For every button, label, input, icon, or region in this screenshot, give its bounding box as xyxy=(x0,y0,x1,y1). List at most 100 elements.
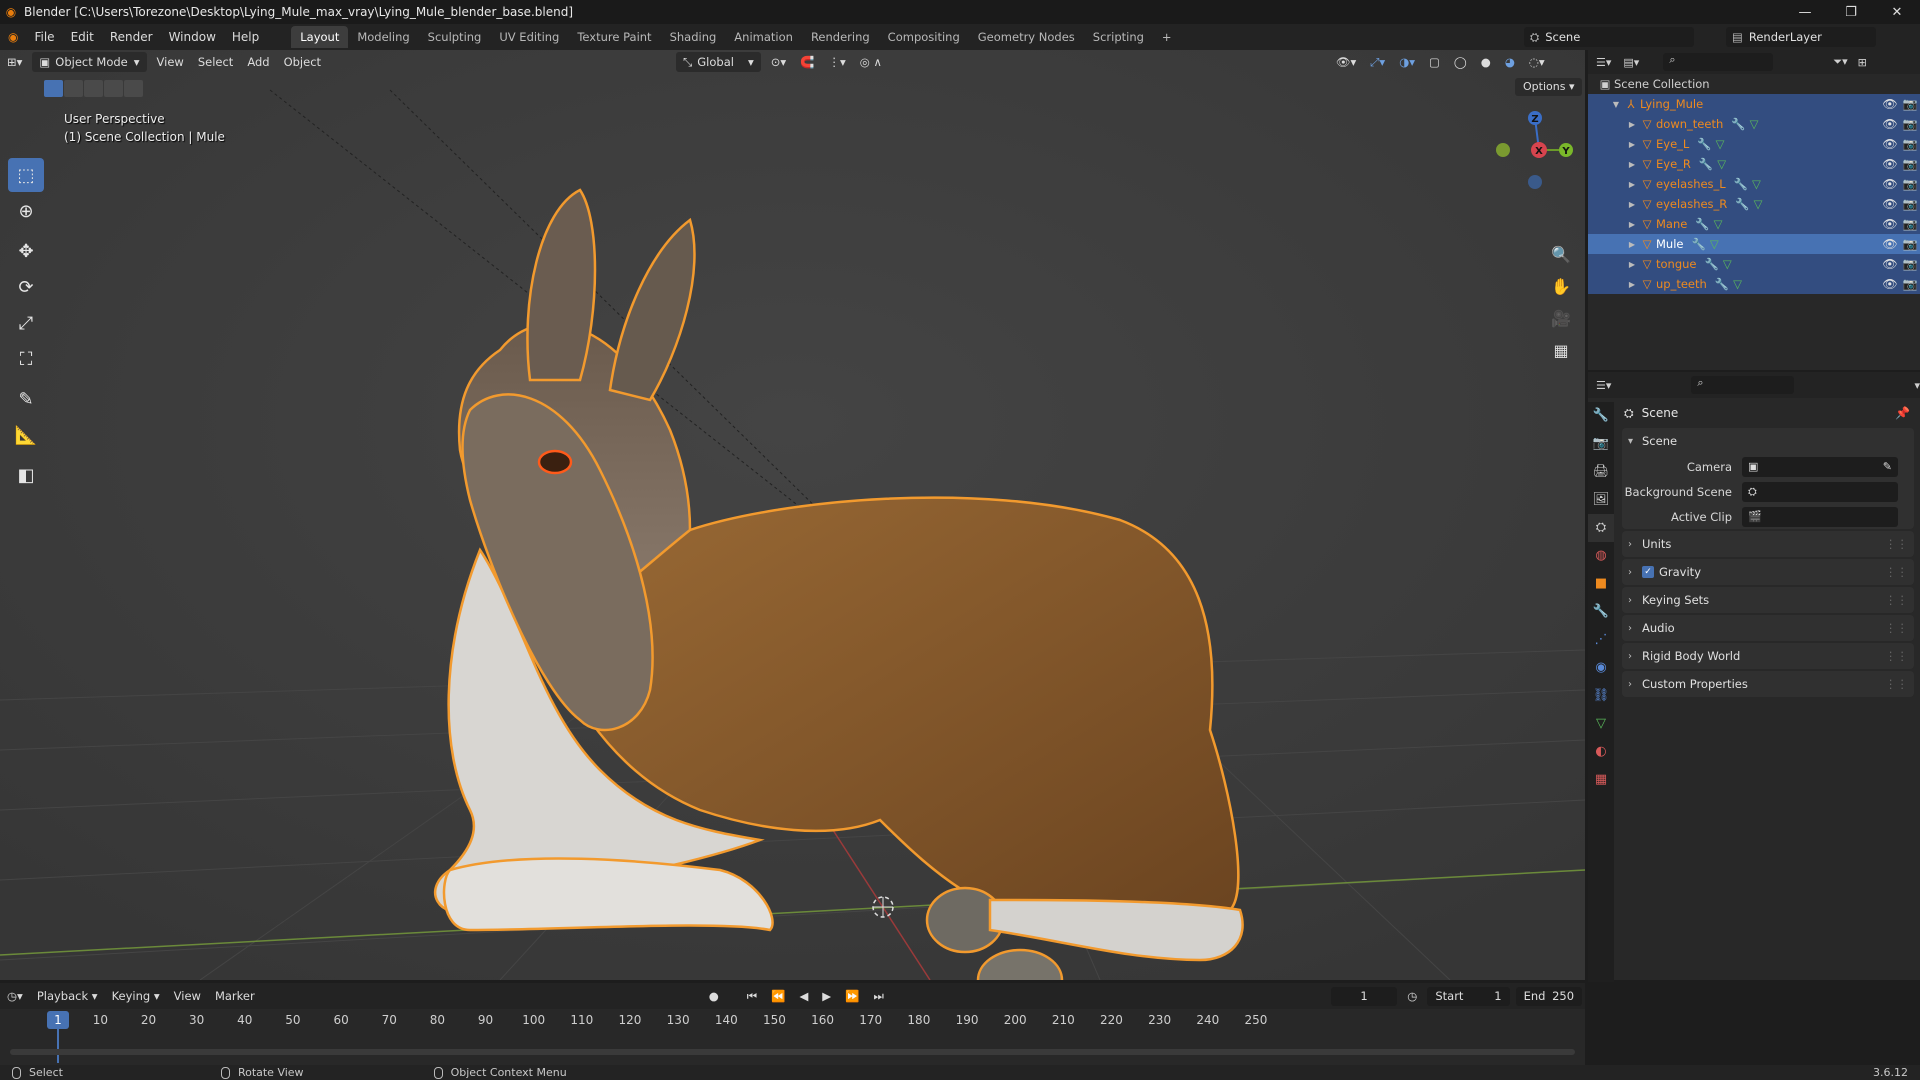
eye-icon[interactable]: 👁 xyxy=(1880,177,1900,191)
timeline-menu-keying[interactable]: Keying ▾ xyxy=(105,986,167,1006)
collapsed-panel[interactable]: › ✓ Gravity ⋮⋮ xyxy=(1622,559,1914,585)
expand-down-icon[interactable]: ▼ xyxy=(1610,100,1622,109)
camera-view-icon[interactable]: 🎥 xyxy=(1548,306,1574,332)
proportional-edit-icon[interactable]: ◎ ∧ xyxy=(853,52,889,72)
jump-keyframe-back-icon[interactable]: ⏪ xyxy=(764,986,792,1006)
eye-icon[interactable]: 👁 xyxy=(1880,277,1900,291)
transform-tool-icon[interactable]: ⛶ xyxy=(8,342,44,376)
select-subtract-icon[interactable] xyxy=(84,80,103,97)
editor-type-icon[interactable]: ◷▾ xyxy=(0,986,30,1006)
outliner-collection-lying-mule[interactable]: ▼ ⅄ Lying_Mule 👁 📷 xyxy=(1588,94,1920,114)
tab-animation[interactable]: Animation xyxy=(725,26,802,48)
outliner-object-row[interactable]: ▶ ▽ down_teeth 🔧 ▽ 👁 📷 xyxy=(1588,114,1920,134)
outliner-search-field[interactable]: ⌕ xyxy=(1663,53,1774,71)
select-box-tool-icon[interactable]: ⬚ xyxy=(8,158,44,192)
editor-type-button[interactable]: ⊞▾ xyxy=(0,52,29,72)
expand-right-icon[interactable]: ▶ xyxy=(1626,140,1638,149)
background-scene-field[interactable]: ⛭ xyxy=(1742,481,1898,502)
visibility-icon[interactable]: 👁▾ xyxy=(1329,52,1363,72)
outliner-object-row[interactable]: ▶ ▽ eyelashes_R 🔧 ▽ 👁 📷 xyxy=(1588,194,1920,214)
play-icon[interactable]: ▶ xyxy=(815,986,838,1006)
modifier-icon[interactable]: 🔧 xyxy=(1731,117,1745,131)
outliner-object-row[interactable]: ▶ ▽ up_teeth 🔧 ▽ 👁 📷 xyxy=(1588,274,1920,294)
view-layer-tab-icon[interactable]: 🖼 xyxy=(1588,486,1614,514)
add-cube-tool-icon[interactable]: ◧ xyxy=(8,458,44,492)
modifier-icon[interactable]: 🔧 xyxy=(1697,137,1711,151)
camera-icon[interactable]: 📷 xyxy=(1900,157,1920,171)
editor-type-icon[interactable]: ☰▾ xyxy=(1596,379,1611,392)
tab-texture-paint[interactable]: Texture Paint xyxy=(568,26,660,48)
outliner-object-row[interactable]: ▶ ▽ Mane 🔧 ▽ 👁 📷 xyxy=(1588,214,1920,234)
menu-help[interactable]: Help xyxy=(224,30,267,44)
camera-field[interactable]: ▣ ✎ xyxy=(1742,456,1898,477)
tab-rendering[interactable]: Rendering xyxy=(802,26,879,48)
camera-icon[interactable]: 📷 xyxy=(1900,237,1920,251)
drag-handle-icon[interactable]: ⋮⋮ xyxy=(1885,537,1908,551)
data-tab-icon[interactable]: ▽ xyxy=(1588,710,1614,738)
gizmo-toggle-icon[interactable]: ⤢▾ xyxy=(1363,52,1392,72)
select-intersect-icon[interactable] xyxy=(124,80,143,97)
tab-geometry-nodes[interactable]: Geometry Nodes xyxy=(969,26,1084,48)
transform-orientation-dropdown[interactable]: ⤡ Global ▾ xyxy=(676,52,761,72)
rotate-tool-icon[interactable]: ⟳ xyxy=(8,270,44,304)
mesh-data-icon[interactable]: ▽ xyxy=(1750,117,1759,131)
camera-icon[interactable]: 📷 xyxy=(1900,97,1920,111)
viewport-menu-object[interactable]: Object xyxy=(277,52,328,72)
output-tab-icon[interactable]: 🖨 xyxy=(1588,458,1614,486)
modifier-icon[interactable]: 🔧 xyxy=(1691,237,1705,251)
expand-right-icon[interactable]: ▶ xyxy=(1626,120,1638,129)
camera-icon[interactable]: 📷 xyxy=(1900,277,1920,291)
snap-target-icon[interactable]: ⋮▾ xyxy=(821,52,852,72)
new-collection-icon[interactable]: ⊞ xyxy=(1858,56,1867,69)
3d-viewport[interactable]: Z X Y ⊞▾ ▣ Object Mode ▾ View Select Add… xyxy=(0,50,1585,980)
eye-icon[interactable]: 👁 xyxy=(1880,137,1900,151)
mesh-data-icon[interactable]: ▽ xyxy=(1752,177,1761,191)
gravity-checkbox[interactable]: ✓ xyxy=(1642,566,1654,578)
viewport-menu-add[interactable]: Add xyxy=(240,52,276,72)
start-frame-field[interactable]: Start 1 xyxy=(1427,986,1510,1006)
outliner-object-row[interactable]: ▶ ▽ Eye_L 🔧 ▽ 👁 📷 xyxy=(1588,134,1920,154)
outliner-object-row[interactable]: ▶ ▽ Eye_R 🔧 ▽ 👁 📷 xyxy=(1588,154,1920,174)
material-tab-icon[interactable]: ◐ xyxy=(1588,738,1614,766)
outliner-object-row[interactable]: ▶ ▽ eyelashes_L 🔧 ▽ 👁 📷 xyxy=(1588,174,1920,194)
tab-modeling[interactable]: Modeling xyxy=(348,26,418,48)
expand-right-icon[interactable]: ▶ xyxy=(1626,160,1638,169)
playhead[interactable]: 1 xyxy=(47,1011,69,1029)
tab-shading[interactable]: Shading xyxy=(661,26,726,48)
pan-hand-icon[interactable]: ✋ xyxy=(1548,274,1574,300)
expand-right-icon[interactable]: ▶ xyxy=(1626,180,1638,189)
add-workspace-button[interactable]: + xyxy=(1153,26,1181,48)
chevron-down-icon[interactable]: ▾ xyxy=(1914,379,1920,392)
editor-type-icon[interactable]: ☰▾ xyxy=(1596,56,1611,69)
physics-tab-icon[interactable]: ◉ xyxy=(1588,654,1614,682)
camera-icon[interactable]: 📷 xyxy=(1900,197,1920,211)
view-layer-selector[interactable]: ▤ RenderLayer xyxy=(1726,27,1876,47)
camera-icon[interactable]: 📷 xyxy=(1900,177,1920,191)
jump-start-icon[interactable]: ⏮ xyxy=(740,986,764,1006)
particles-tab-icon[interactable]: ⋰ xyxy=(1588,626,1614,654)
minimize-button[interactable]: — xyxy=(1782,5,1828,20)
menu-render[interactable]: Render xyxy=(102,30,161,44)
xray-toggle-icon[interactable]: ▢ xyxy=(1422,52,1447,72)
perspective-grid-icon[interactable]: ▦ xyxy=(1548,338,1574,364)
modifier-icon[interactable]: 🔧 xyxy=(1715,277,1729,291)
modifier-icon[interactable]: 🔧 xyxy=(1735,197,1749,211)
mode-dropdown[interactable]: ▣ Object Mode ▾ xyxy=(32,52,147,72)
outliner-object-row[interactable]: ▶ ▽ Mule 🔧 ▽ 👁 📷 xyxy=(1588,234,1920,254)
record-icon[interactable]: ● xyxy=(702,986,726,1006)
viewport-menu-select[interactable]: Select xyxy=(191,52,240,72)
mesh-data-icon[interactable]: ▽ xyxy=(1723,257,1732,271)
pivot-point-icon[interactable]: ⊙▾ xyxy=(764,52,793,72)
eye-icon[interactable]: 👁 xyxy=(1880,117,1900,131)
menu-file[interactable]: File xyxy=(26,30,62,44)
snap-icon[interactable]: 🧲 xyxy=(793,52,821,72)
mesh-data-icon[interactable]: ▽ xyxy=(1754,197,1763,211)
collapsed-panel[interactable]: › Units ⋮⋮ xyxy=(1622,531,1914,557)
eye-icon[interactable]: 👁 xyxy=(1880,217,1900,231)
select-extend-icon[interactable] xyxy=(64,80,83,97)
display-mode-icon[interactable]: ▤▾ xyxy=(1623,56,1639,69)
properties-search-field[interactable]: ⌕ xyxy=(1691,376,1795,394)
collapsed-panel[interactable]: › Custom Properties ⋮⋮ xyxy=(1622,671,1914,697)
texture-tab-icon[interactable]: ▦ xyxy=(1588,766,1614,794)
timeline-ruler[interactable]: 1102030405060708090100110120130140150160… xyxy=(0,1011,1585,1031)
